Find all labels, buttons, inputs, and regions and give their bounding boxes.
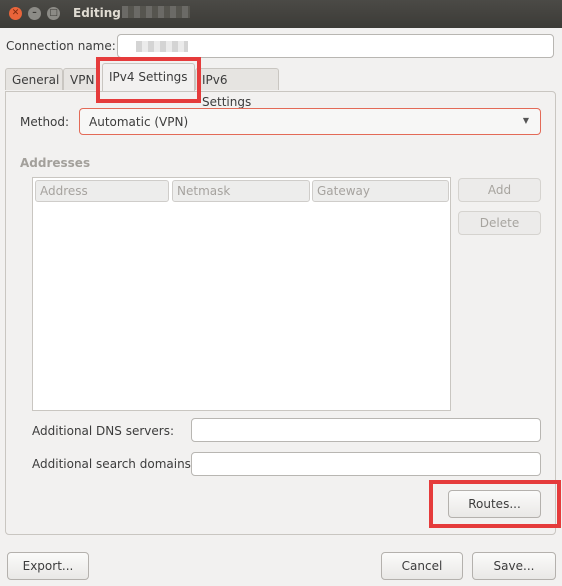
add-address-button[interactable]: Add: [458, 178, 541, 202]
tab-general[interactable]: General: [5, 68, 63, 90]
dns-servers-input[interactable]: [191, 418, 541, 442]
minimize-icon[interactable]: –: [28, 7, 41, 20]
cancel-button[interactable]: Cancel: [381, 552, 463, 580]
tab-vpn[interactable]: VPN: [63, 68, 99, 90]
window-title: Editing: [73, 6, 190, 20]
addresses-table[interactable]: Address Netmask Gateway: [32, 177, 451, 411]
window-title-text: Editing: [73, 6, 121, 20]
save-button[interactable]: Save...: [472, 552, 556, 580]
column-header-netmask[interactable]: Netmask: [172, 180, 310, 202]
routes-button[interactable]: Routes...: [448, 490, 541, 518]
redacted-name-block: [121, 6, 190, 18]
search-domains-label: Additional search domains:: [32, 457, 195, 471]
tab-ipv4-settings[interactable]: IPv4 Settings: [102, 63, 195, 91]
maximize-icon[interactable]: □: [47, 7, 60, 20]
connection-name-label: Connection name:: [6, 39, 116, 53]
column-header-address[interactable]: Address: [35, 180, 169, 202]
delete-address-button[interactable]: Delete: [458, 211, 541, 235]
method-value: Automatic (VPN): [89, 115, 189, 129]
redacted-name-block: [136, 41, 188, 52]
export-button[interactable]: Export...: [7, 552, 89, 580]
method-label: Method:: [20, 115, 70, 129]
connection-name-input[interactable]: [117, 34, 554, 58]
dns-servers-label: Additional DNS servers:: [32, 424, 174, 438]
search-domains-input[interactable]: [191, 452, 541, 476]
dropdown-arrow-icon: ▼: [522, 116, 529, 125]
tab-ipv6-settings[interactable]: IPv6 Settings: [195, 68, 279, 109]
column-header-gateway[interactable]: Gateway: [312, 180, 449, 202]
method-dropdown[interactable]: Automatic (VPN) ▼: [79, 108, 541, 135]
close-icon[interactable]: ✕: [9, 7, 22, 20]
title-bar: ✕ – □ Editing: [0, 0, 562, 28]
addresses-heading: Addresses: [20, 156, 91, 170]
